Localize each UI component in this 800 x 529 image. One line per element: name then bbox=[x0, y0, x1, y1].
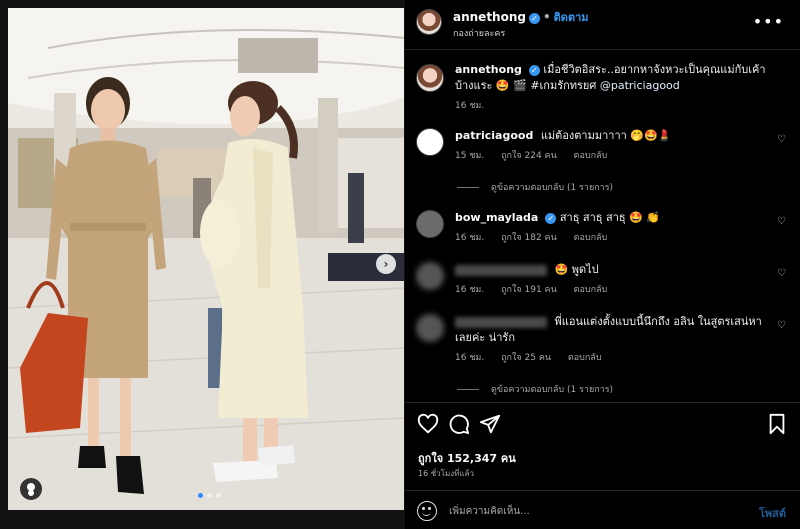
like-heart-icon[interactable] bbox=[417, 413, 439, 435]
verified-badge-icon: ✓ bbox=[528, 65, 540, 76]
post-actions: ถูกใจ 152,347 คน 16 ชั่วโมงที่แล้ว bbox=[405, 402, 800, 488]
carousel-indicator bbox=[198, 493, 221, 498]
comment-time[interactable]: 16 ชม. bbox=[455, 233, 484, 243]
post-sidebar: annethong ✓ • ติดตาม กองถ่ายละคร ••• anneth… bbox=[405, 0, 800, 529]
caption-avatar[interactable] bbox=[416, 64, 444, 92]
post-comment-button[interactable]: โพสต์ bbox=[759, 504, 786, 522]
comment-text: แม่ต้องตามมาาาา 🤭🤩💄 bbox=[540, 129, 672, 142]
commenter-username-blurred[interactable] bbox=[455, 264, 547, 276]
reply-button[interactable]: ตอบกลับ bbox=[574, 151, 608, 161]
caption-username[interactable]: annethong bbox=[455, 63, 522, 76]
carousel-dot-active bbox=[198, 493, 203, 498]
commenter-username[interactable]: patriciagood bbox=[455, 129, 533, 142]
commenter-avatar[interactable] bbox=[416, 314, 444, 342]
emoji-picker-icon[interactable] bbox=[417, 501, 437, 521]
location-text[interactable]: กองถ่ายละคร bbox=[453, 26, 505, 40]
likes-count[interactable]: ถูกใจ 152,347 คน bbox=[418, 449, 516, 467]
comment-text: 🤩 พูดไป bbox=[554, 263, 599, 276]
commenter-avatar[interactable] bbox=[416, 210, 444, 238]
comment-meta: 16 ชม. ถูกใจ 25 คน ตอบกลับ bbox=[455, 350, 770, 366]
author-line: annethong ✓ • ติดตาม bbox=[453, 8, 589, 26]
comment-bubble-icon[interactable] bbox=[448, 413, 470, 435]
author-avatar[interactable] bbox=[416, 9, 442, 35]
comment-body: พี่แอนแต่งตั้งแบบนี้นึกถึง อลิน ในสูตรเส… bbox=[455, 314, 770, 366]
comment-time[interactable]: 16 ชม. bbox=[455, 353, 484, 363]
comment-meta: 15 ชม. ถูกใจ 224 คน ตอบกลับ bbox=[455, 148, 770, 164]
photo-illustration bbox=[8, 8, 404, 510]
comment-body: patriciagood แม่ต้องตามมาาาา 🤭🤩💄 15 ชม. … bbox=[455, 128, 770, 164]
comment-likes[interactable]: ถูกใจ 224 คน bbox=[501, 151, 557, 161]
comment-body: bow_maylada ✓ สาธุ สาธุ สาธุ 🤩 👏 16 ชม. ถ… bbox=[455, 210, 770, 246]
reply-button[interactable]: ตอบกลับ bbox=[568, 353, 602, 363]
commenter-avatar[interactable] bbox=[416, 262, 444, 290]
carousel-dot bbox=[216, 493, 221, 498]
caption-mention[interactable]: @patriciagood bbox=[600, 79, 680, 92]
verified-badge-icon: ✓ bbox=[545, 213, 557, 224]
author-username[interactable]: annethong bbox=[453, 10, 526, 24]
post-header: annethong ✓ • ติดตาม กองถ่ายละคร ••• bbox=[405, 0, 800, 50]
next-image-button[interactable]: › bbox=[376, 254, 396, 274]
more-horizontal-icon[interactable]: ••• bbox=[753, 12, 784, 31]
reply-button[interactable]: ตอบกลับ bbox=[574, 285, 608, 295]
post-timestamp: 16 ชั่วโมงที่แล้ว bbox=[418, 469, 474, 478]
comment-time[interactable]: 15 ชม. bbox=[455, 151, 484, 161]
tagged-users-icon[interactable] bbox=[20, 478, 42, 500]
caption-meta: 16 ชม. bbox=[455, 98, 770, 114]
verified-badge-icon: ✓ bbox=[528, 13, 540, 24]
separator-dot: • bbox=[542, 10, 551, 24]
carousel-dot bbox=[207, 493, 212, 498]
commenter-username-blurred[interactable] bbox=[455, 316, 547, 328]
view-replies-button[interactable]: ดูข้อความตอบกลับ (1 รายการ) bbox=[457, 180, 613, 194]
comment-likes[interactable]: ถูกใจ 182 คน bbox=[501, 233, 557, 243]
comment-like-heart-icon[interactable]: ♡ bbox=[777, 134, 786, 145]
caption-body: annethong ✓ เมื่อชีวิตอิสระ..อยากหาจังหวะ… bbox=[455, 62, 770, 114]
commenter-avatar[interactable] bbox=[416, 128, 444, 156]
comment-meta: 16 ชม. ถูกใจ 191 คน ตอบกลับ bbox=[455, 282, 770, 298]
post-photo[interactable]: › bbox=[8, 8, 404, 510]
share-paper-plane-icon[interactable] bbox=[479, 413, 501, 435]
comment-composer: โพสต์ bbox=[405, 490, 800, 529]
comment-meta: 16 ชม. ถูกใจ 182 คน ตอบกลับ bbox=[455, 230, 770, 246]
comment-likes[interactable]: ถูกใจ 191 คน bbox=[501, 285, 557, 295]
commenter-username[interactable]: bow_maylada bbox=[455, 211, 538, 224]
follow-button[interactable]: ติดตาม bbox=[554, 11, 589, 24]
bookmark-icon[interactable] bbox=[766, 413, 788, 435]
comment-like-heart-icon[interactable]: ♡ bbox=[777, 320, 786, 331]
comment-like-heart-icon[interactable]: ♡ bbox=[777, 268, 786, 279]
comment-body: 🤩 พูดไป 16 ชม. ถูกใจ 191 คน ตอบกลับ bbox=[455, 262, 770, 298]
comment-like-heart-icon[interactable]: ♡ bbox=[777, 216, 786, 227]
comment-time[interactable]: 16 ชม. bbox=[455, 285, 484, 295]
caption-time[interactable]: 16 ชม. bbox=[455, 101, 484, 111]
comment-text: สาธุ สาธุ สาธุ 🤩 👏 bbox=[559, 211, 661, 224]
reply-button[interactable]: ตอบกลับ bbox=[574, 233, 608, 243]
post-modal: › annethong ✓ • ติดตาม กองถ่ายละคร ••• anne… bbox=[0, 0, 800, 529]
comment-input[interactable] bbox=[449, 501, 729, 521]
comment-likes[interactable]: ถูกใจ 25 คน bbox=[501, 353, 551, 363]
view-replies-button[interactable]: ดูข้อความตอบกลับ (1 รายการ) bbox=[457, 382, 613, 396]
